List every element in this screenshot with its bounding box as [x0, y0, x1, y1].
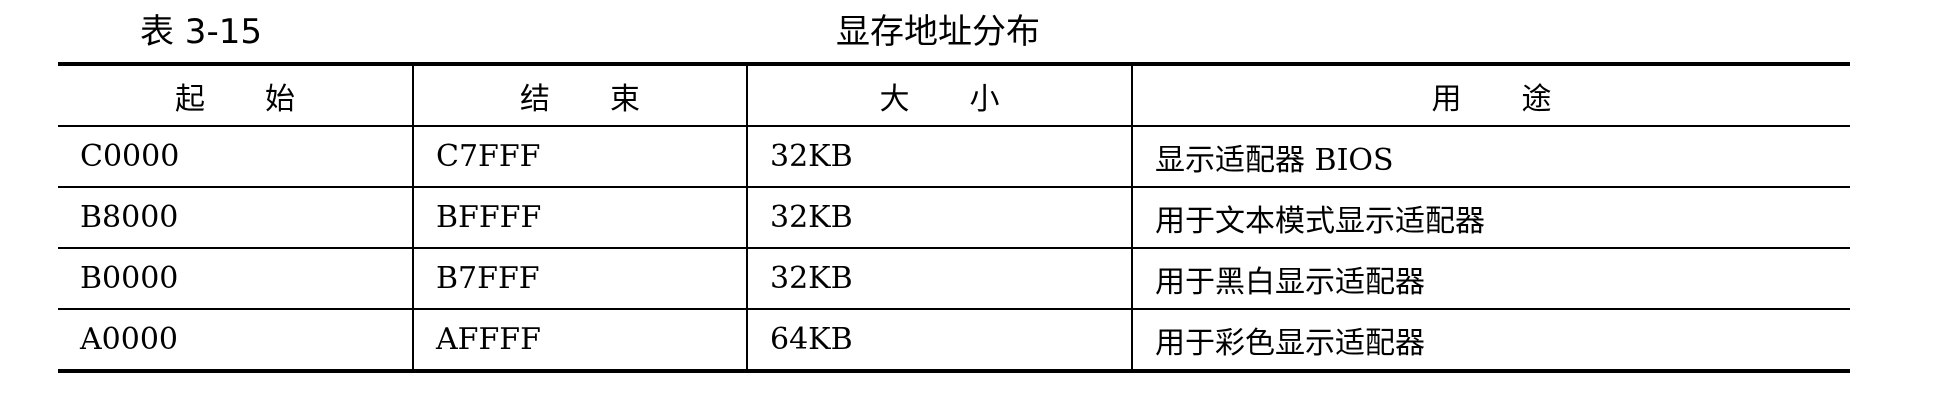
cell-end: AFFFF [412, 309, 747, 371]
table-title: 显存地址分布 [836, 12, 1040, 52]
cell-size: 64KB [746, 309, 1132, 371]
cell-size: 32KB [746, 126, 1132, 188]
cell-start: B8000 [58, 187, 413, 249]
table-row: B0000 B7FFF 32KB 用于黑白显示适配器 [58, 248, 1850, 310]
table-number: 表 3-15 [140, 12, 262, 52]
header-end: 结 束 [412, 64, 747, 127]
cell-end: C7FFF [412, 126, 747, 188]
cell-end: B7FFF [412, 248, 747, 310]
table-row: C0000 C7FFF 32KB 显示适配器 BIOS [58, 126, 1850, 188]
table-header-row: 起 始 结 束 大 小 用 途 [58, 64, 1850, 127]
header-start: 起 始 [58, 64, 413, 127]
cell-size: 32KB [746, 187, 1132, 249]
cell-purpose: 用于黑白显示适配器 [1131, 248, 1850, 310]
table-row: B8000 BFFFF 32KB 用于文本模式显示适配器 [58, 187, 1850, 249]
vram-address-table: 起 始 结 束 大 小 用 途 C0000 C7FFF 32KB 显示适配器 B… [58, 62, 1850, 373]
header-purpose: 用 途 [1131, 64, 1850, 127]
table-row: A0000 AFFFF 64KB 用于彩色显示适配器 [58, 309, 1850, 371]
header-size: 大 小 [746, 64, 1132, 127]
cell-purpose: 用于彩色显示适配器 [1131, 309, 1850, 371]
cell-size: 32KB [746, 248, 1132, 310]
cell-purpose: 显示适配器 BIOS [1131, 126, 1850, 188]
cell-start: B0000 [58, 248, 413, 310]
cell-end: BFFFF [412, 187, 747, 249]
cell-start: A0000 [80, 322, 179, 357]
cell-purpose: 用于文本模式显示适配器 [1131, 187, 1850, 249]
cell-start: C0000 [58, 126, 413, 188]
